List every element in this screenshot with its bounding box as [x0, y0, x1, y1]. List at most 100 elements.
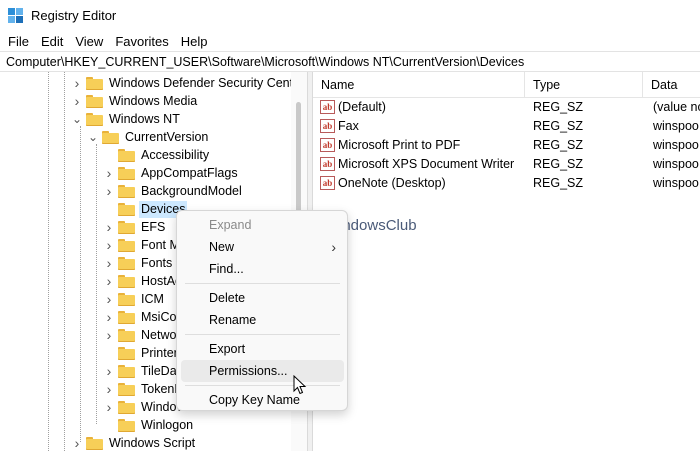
tree-item-windov[interactable]: › Windov [104, 398, 185, 416]
cell-data: (value no [653, 100, 700, 114]
menu-edit[interactable]: Edit [35, 34, 69, 49]
tree-item-label: Winlogon [141, 417, 194, 432]
chevron-right-icon[interactable]: › [72, 74, 82, 92]
tree-item-fonts[interactable]: › Fonts [104, 254, 174, 272]
tree-item-hostac[interactable]: › HostAc [104, 272, 183, 290]
context-menu-export[interactable]: Export [181, 338, 344, 360]
tree-item-accessibility[interactable]: Accessibility [104, 146, 211, 164]
context-menu-find[interactable]: Find... [181, 258, 344, 280]
context-menu-permissions[interactable]: Permissions... [181, 360, 344, 382]
tree-item-label: Windows NT [109, 111, 180, 126]
tree-item-label: Windows Script [109, 435, 196, 450]
context-menu-rename[interactable]: Rename [181, 309, 344, 331]
tree-guide-line [48, 72, 49, 451]
tree-expander-spacer [104, 344, 114, 362]
menu-view[interactable]: View [69, 34, 109, 49]
submenu-arrow-icon: › [331, 239, 336, 255]
chevron-right-icon[interactable]: › [72, 92, 82, 110]
cell-type: REG_SZ [533, 157, 584, 171]
chevron-right-icon[interactable]: › [104, 290, 114, 308]
tree-item-windows-media[interactable]: › Windows Media [72, 92, 199, 110]
tree-item-winlogon[interactable]: Winlogon [104, 416, 195, 434]
column-type[interactable]: Type [525, 72, 643, 98]
context-menu-label: Copy Key Name [209, 393, 301, 407]
chevron-right-icon[interactable]: › [104, 182, 114, 200]
tree-item-windows-defender-security-center[interactable]: › Windows Defender Security Center [72, 74, 306, 92]
chevron-right-icon[interactable]: › [72, 434, 82, 451]
chevron-right-icon[interactable]: › [104, 380, 114, 398]
context-menu-copy-key-name[interactable]: Copy Key Name [181, 389, 344, 411]
chevron-right-icon[interactable]: › [104, 254, 114, 272]
chevron-down-icon[interactable]: ⌄ [72, 110, 82, 128]
mouse-cursor-icon [293, 375, 307, 395]
chevron-right-icon[interactable]: › [104, 326, 114, 344]
cell-data: winspoo [653, 176, 699, 190]
tree-item-currentversion[interactable]: ⌄ CurrentVersion [88, 128, 210, 146]
tree-item-label: Accessibility [141, 147, 210, 162]
chevron-right-icon[interactable]: › [104, 308, 114, 326]
address-bar[interactable]: Computer\HKEY_CURRENT_USER\Software\Micr… [0, 51, 700, 72]
value-list[interactable]: Name Type Data ab (Default) REG_SZ (value n… [313, 72, 700, 451]
list-row-microsoft-print-to-pdf[interactable]: ab Microsoft Print to PDF REG_SZ winspoo [313, 136, 700, 154]
tree-item-label: AppCompatFlags [141, 165, 238, 180]
string-value-icon: ab [320, 119, 335, 133]
folder-icon [118, 256, 135, 270]
tree-item-appcompatflags[interactable]: › AppCompatFlags [104, 164, 240, 182]
cell-data: winspoo [653, 119, 699, 133]
chevron-down-icon[interactable]: ⌄ [88, 128, 98, 146]
menu-file[interactable]: File [2, 34, 35, 49]
string-value-icon: ab [320, 176, 335, 190]
tree-item-label: EFS [141, 219, 166, 234]
registry-editor-icon [8, 7, 24, 24]
cell-data: winspoo [653, 138, 699, 152]
tree-item-printeri[interactable]: PrinterI [104, 344, 183, 362]
tree-item-msicor[interactable]: › MsiCor [104, 308, 183, 326]
folder-icon [86, 76, 103, 90]
tree-item-backgroundmodel[interactable]: › BackgroundModel [104, 182, 244, 200]
folder-icon [118, 418, 135, 432]
cell-type: REG_SZ [533, 138, 584, 152]
context-menu-label: Expand [209, 218, 252, 232]
tree-item-icm[interactable]: › ICM [104, 290, 166, 308]
context-menu-label: New [209, 240, 235, 254]
list-row-fax[interactable]: ab Fax REG_SZ winspoo [313, 117, 700, 135]
tree-item-tiledat[interactable]: › TileDat [104, 362, 182, 380]
folder-icon [118, 148, 135, 162]
cell-name: OneNote (Desktop) [338, 176, 446, 190]
chevron-right-icon[interactable]: › [104, 398, 114, 416]
tree-item-windows-nt[interactable]: ⌄ Windows NT [72, 110, 182, 128]
cell-type: REG_SZ [533, 100, 584, 114]
menu-help[interactable]: Help [175, 34, 214, 49]
tree-item-windows-script[interactable]: › Windows Script [72, 434, 197, 451]
tree-item-font-m[interactable]: › Font M [104, 236, 182, 254]
context-menu-label: Delete [209, 291, 246, 305]
folder-icon [118, 310, 135, 324]
chevron-right-icon[interactable]: › [104, 164, 114, 182]
tree-item-efs[interactable]: › EFS [104, 218, 167, 236]
column-name[interactable]: Name [313, 72, 525, 98]
cell-name: (Default) [338, 100, 386, 114]
folder-icon [118, 238, 135, 252]
context-menu-new[interactable]: New › [181, 236, 344, 258]
tree-expander-spacer [104, 146, 114, 164]
chevron-right-icon[interactable]: › [104, 236, 114, 254]
menu-separator [185, 385, 340, 386]
folder-icon [118, 328, 135, 342]
column-data[interactable]: Data [643, 72, 700, 98]
cell-name: Microsoft Print to PDF [338, 138, 461, 152]
tree-item-label: BackgroundModel [141, 183, 242, 198]
list-row-microsoft-xps-document-writer[interactable]: ab Microsoft XPS Document Writer REG_SZ win… [313, 155, 700, 173]
context-menu-delete[interactable]: Delete [181, 287, 344, 309]
tree-item-tokenb[interactable]: › TokenB [104, 380, 185, 398]
chevron-right-icon[interactable]: › [104, 272, 114, 290]
list-row-default[interactable]: ab (Default) REG_SZ (value no [313, 98, 700, 116]
tree-item-networ[interactable]: › Networ [104, 326, 183, 344]
folder-icon [118, 364, 135, 378]
chevron-right-icon[interactable]: › [104, 218, 114, 236]
tree-item-devices[interactable]: Devices [104, 200, 188, 218]
string-value-icon: ab [320, 138, 335, 152]
folder-icon [118, 220, 135, 234]
list-row-onenote-desktop[interactable]: ab OneNote (Desktop) REG_SZ winspoo [313, 174, 700, 192]
chevron-right-icon[interactable]: › [104, 362, 114, 380]
menu-favorites[interactable]: Favorites [109, 34, 174, 49]
